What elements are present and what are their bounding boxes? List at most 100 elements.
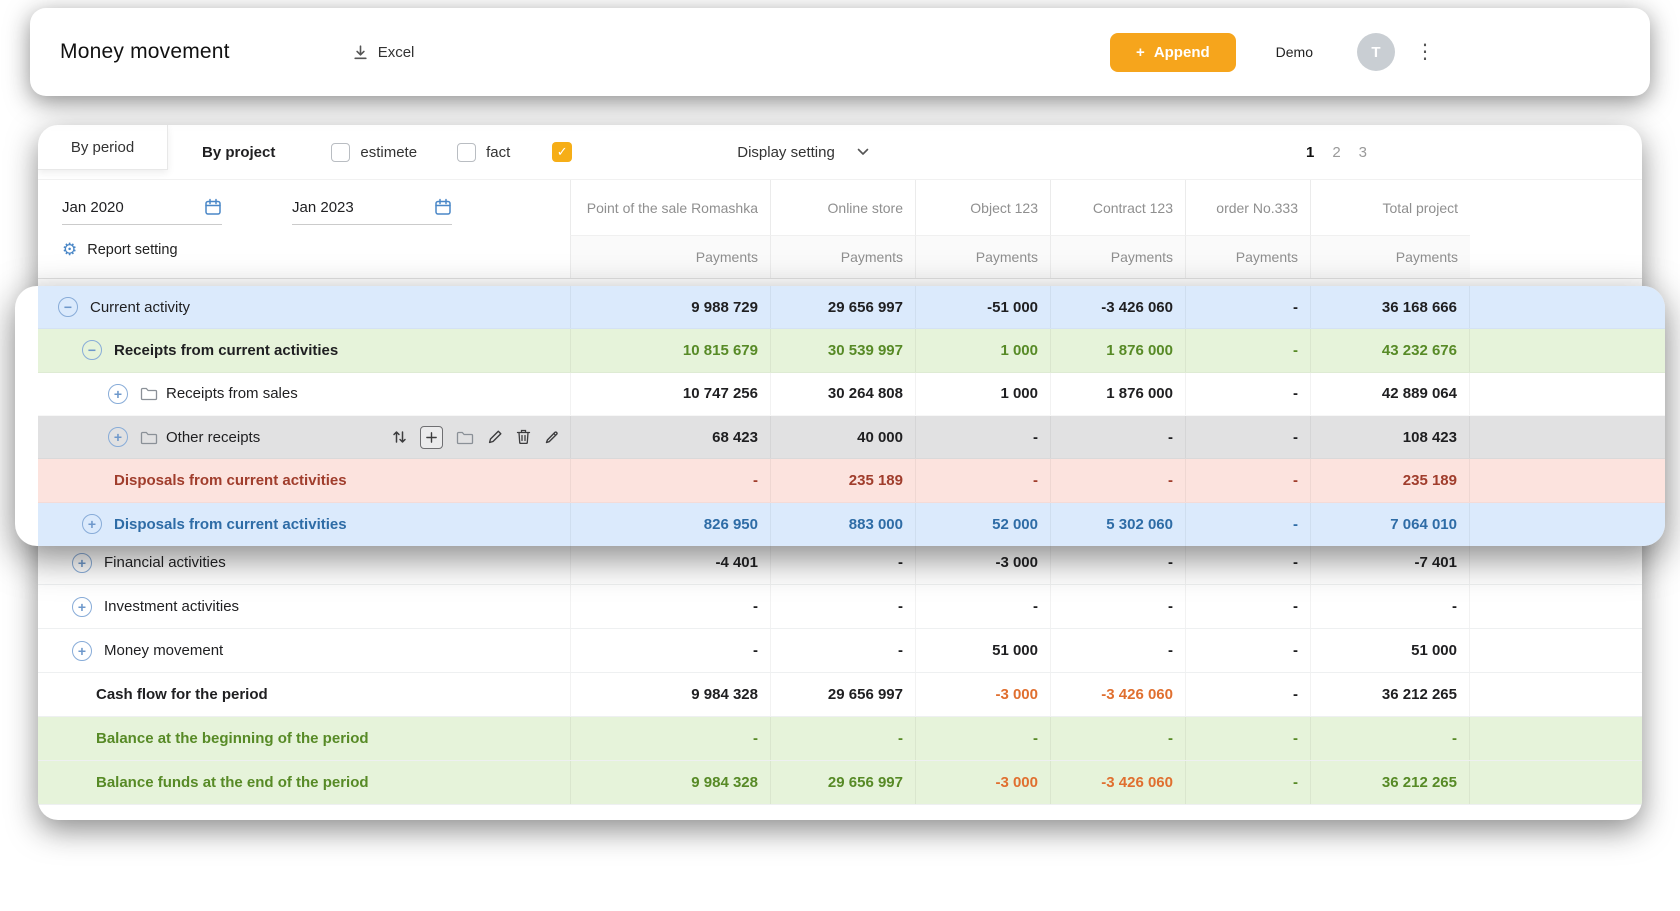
- expand-toggle-icon[interactable]: +: [72, 552, 92, 573]
- date-to-value: Jan 2023: [292, 198, 354, 216]
- value-cell: 36 168 666: [1310, 286, 1470, 329]
- expand-toggle-icon[interactable]: +: [82, 514, 102, 535]
- row-label: Disposals from current activities: [114, 515, 347, 533]
- expand-toggle-icon[interactable]: +: [72, 596, 92, 617]
- row-label: Disposals from current activities: [114, 471, 347, 489]
- value-cell: -: [570, 585, 770, 628]
- tab-by-period[interactable]: By period: [38, 125, 168, 170]
- row-label-cell: Cash flow for the period: [38, 673, 570, 716]
- value-cell: 42 889 064: [1310, 372, 1470, 415]
- table-row[interactable]: − Current activity 9 988 729 29 656 997 -51 …: [38, 286, 1665, 330]
- table-row[interactable]: + Money movement - -51 000- -51 000: [38, 629, 1642, 673]
- collapse-toggle-icon[interactable]: −: [58, 297, 78, 318]
- row-label-cell: + Other receipts: [38, 416, 570, 458]
- page-button[interactable]: 2: [1332, 144, 1340, 161]
- table-row[interactable]: + Receipts from sales 10 747 256 30 264 808…: [38, 372, 1665, 416]
- folder-icon[interactable]: [456, 430, 474, 445]
- value-cell: -: [1050, 459, 1185, 502]
- value-cell: -: [915, 585, 1050, 628]
- table-row[interactable]: Balance funds at the end of the period 9 …: [38, 761, 1642, 805]
- value-cell: -: [570, 629, 770, 672]
- value-cell: -: [770, 717, 915, 760]
- fact-label: fact: [486, 143, 511, 161]
- avatar[interactable]: T: [1357, 33, 1395, 71]
- value-cell: -: [1310, 717, 1470, 760]
- add-icon[interactable]: [420, 425, 443, 449]
- highlight-checked-checkbox[interactable]: [552, 142, 573, 162]
- page-button[interactable]: 3: [1359, 144, 1367, 161]
- value-cell: 9 984 328: [570, 761, 770, 804]
- expand-toggle-icon[interactable]: +: [72, 640, 92, 661]
- table-row[interactable]: + Other receipts 68 423 40 000- - -108 423: [38, 415, 1665, 460]
- value-cell: -: [1185, 541, 1310, 584]
- display-setting-label: Display setting: [737, 143, 835, 161]
- value-cell: 30 264 808: [770, 372, 915, 415]
- append-button[interactable]: + Append: [1110, 32, 1236, 72]
- value-cell: -3 426 060: [1050, 761, 1185, 804]
- expand-toggle-icon[interactable]: +: [108, 383, 128, 404]
- table-row[interactable]: Balance at the beginning of the period - -…: [38, 717, 1642, 761]
- row-label-cell: + Investment activities: [38, 585, 570, 628]
- pagination: 1 2 3: [1306, 144, 1367, 161]
- tab-by-project[interactable]: By project: [202, 144, 275, 161]
- column-header: Online store: [770, 180, 915, 235]
- table-header: Jan 2020 Jan 2023 ⚙ Report setting Point…: [38, 180, 1642, 279]
- report-setting-button[interactable]: ⚙ Report setting: [62, 241, 570, 258]
- excel-export-button[interactable]: Excel: [352, 44, 414, 61]
- value-cell: 9 988 729: [570, 286, 770, 329]
- kebab-menu-icon[interactable]: ⋮: [1415, 42, 1435, 62]
- payments-subheader: Payments: [915, 235, 1050, 278]
- payments-subheader: Payments: [570, 235, 770, 278]
- value-cell: 68 423: [570, 415, 770, 459]
- column-header: order No.333: [1185, 180, 1310, 235]
- table-row[interactable]: Disposals from current activities -235 18…: [38, 459, 1665, 503]
- fact-checkbox[interactable]: fact: [457, 142, 511, 162]
- row-label-cell: + Receipts from sales: [38, 373, 570, 415]
- collapse-toggle-icon[interactable]: −: [82, 340, 102, 361]
- estimete-checkbox[interactable]: estimete: [331, 142, 417, 162]
- value-cell: -: [1310, 585, 1470, 628]
- value-cell: 40 000: [770, 415, 915, 459]
- top-bar: Money movement Excel + Append Demo T ⋮: [30, 8, 1650, 96]
- table-row[interactable]: + Disposals from current activities 826 95…: [38, 502, 1665, 546]
- value-cell: 29 656 997: [770, 673, 915, 716]
- value-cell: 10 815 679: [570, 329, 770, 372]
- table-row[interactable]: + Financial activities -4 401- -3 000- - -7 4…: [38, 541, 1642, 585]
- payments-subheader: Payments: [1050, 235, 1185, 278]
- date-to-input[interactable]: Jan 2023: [292, 198, 452, 225]
- table-row[interactable]: Cash flow for the period 9 984 328 29 656 …: [38, 673, 1642, 717]
- pen-icon[interactable]: [544, 429, 560, 445]
- value-cell: 51 000: [915, 629, 1050, 672]
- value-cell: 7 064 010: [1310, 502, 1470, 546]
- table-row[interactable]: + Investment activities - - - - - -: [38, 585, 1642, 629]
- value-cell: -3 000: [915, 761, 1050, 804]
- value-cell: -: [915, 717, 1050, 760]
- value-cell: -: [915, 459, 1050, 502]
- page-button[interactable]: 1: [1306, 144, 1314, 161]
- table-row[interactable]: − Receipts from current activities 10 815 …: [38, 329, 1665, 373]
- trash-icon[interactable]: [516, 429, 531, 445]
- row-label: Receipts from sales: [166, 385, 298, 403]
- value-cell: -: [1185, 629, 1310, 672]
- value-cell: -3 426 060: [1050, 673, 1185, 716]
- pencil-icon[interactable]: [487, 429, 503, 445]
- expand-toggle-icon[interactable]: +: [108, 427, 128, 448]
- value-cell: 36 212 265: [1310, 761, 1470, 804]
- value-cell: -: [1185, 415, 1310, 459]
- value-cell: 826 950: [570, 502, 770, 546]
- row-label-cell: + Disposals from current activities: [38, 503, 570, 546]
- row-label: Other receipts: [166, 428, 261, 446]
- display-setting-dropdown[interactable]: Display setting: [737, 144, 869, 161]
- top-bar-actions: + Append Demo T ⋮: [1110, 32, 1435, 72]
- value-cell: 29 656 997: [770, 761, 915, 804]
- value-cell: -4 401: [570, 541, 770, 584]
- sort-icon[interactable]: [392, 429, 407, 445]
- demo-link[interactable]: Demo: [1276, 44, 1313, 60]
- row-label: Receipts from current activities: [114, 341, 339, 359]
- row-label-cell: + Money movement: [38, 629, 570, 672]
- payments-subheader: Payments: [770, 235, 915, 278]
- value-cell: -: [1185, 585, 1310, 628]
- report-toolbar: By period By project estimete fact Displ…: [38, 125, 1642, 180]
- date-from-input[interactable]: Jan 2020: [62, 198, 222, 225]
- payments-subheader: Payments: [1185, 235, 1310, 278]
